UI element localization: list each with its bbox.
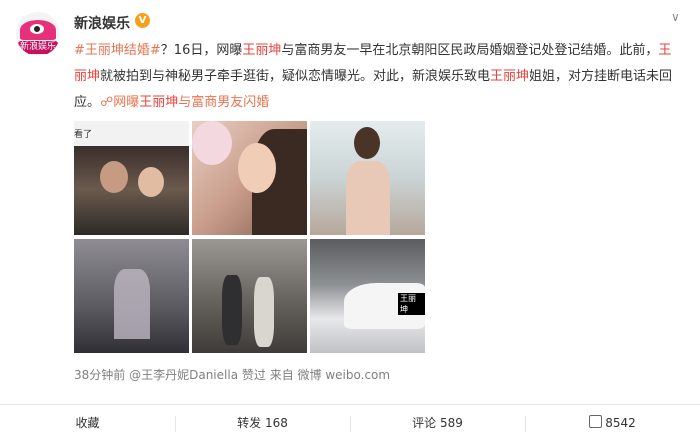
article-link[interactable]: ☍网曝王丽坤与富商男友闪婚: [100, 95, 269, 110]
photo-thumbnail[interactable]: 看了: [74, 121, 189, 235]
repost-button[interactable]: 转发 168: [175, 405, 350, 441]
comment-button[interactable]: 评论 589: [350, 405, 525, 441]
source-prefix: 来自: [269, 368, 294, 382]
post-time[interactable]: 38分钟前: [74, 368, 125, 382]
photo-figure: [192, 121, 232, 165]
photo-thumbnail[interactable]: [310, 121, 425, 235]
author-avatar[interactable]: 新浪娱乐: [16, 12, 60, 56]
photo-thumbnail[interactable]: 王丽坤: [310, 239, 425, 353]
repost-label: 转发 168: [237, 416, 288, 430]
post-meta: 38分钟前 @王李丹妮Daniella 赞过 来自 微博 weibo.com: [74, 366, 390, 383]
thumbs-up-icon: [589, 415, 603, 428]
verified-badge-icon: V: [135, 13, 150, 28]
photo-grid: 看了 王丽坤: [74, 121, 425, 354]
post-text-part: 与富商男友一早在北京朝阳区民政局婚姻登记处登记结婚。此前，: [281, 43, 659, 58]
photo-figure: [238, 143, 276, 193]
avatar-pupil: [34, 26, 40, 32]
photo-thumbnail[interactable]: [192, 121, 307, 235]
liked-by[interactable]: @王李丹妮Daniella 赞过: [129, 368, 266, 382]
article-link-keyword: 王丽坤: [139, 95, 179, 110]
favorite-button[interactable]: 收藏: [0, 405, 175, 441]
avatar-logo-text: 新浪娱乐: [18, 41, 58, 54]
weibo-post-card: 新浪娱乐 新浪娱乐 V ∨ #王丽坤结婚#？16日，网曝王丽坤与富商男友一早在北…: [0, 0, 700, 441]
photo-thumbnail[interactable]: [74, 239, 189, 353]
article-link-text: 与富商男友闪婚: [178, 95, 270, 110]
topic-tag[interactable]: #王丽坤结婚#: [74, 43, 161, 58]
like-count: 8542: [605, 416, 636, 430]
like-button[interactable]: 8542: [525, 405, 700, 441]
photo-figure: [100, 161, 128, 193]
comment-label: 评论 589: [412, 416, 463, 430]
keyword-highlight: 王丽坤: [490, 69, 530, 84]
author-name[interactable]: 新浪娱乐: [74, 13, 130, 33]
action-bar: 收藏 转发 168 评论 589 8542: [0, 405, 700, 441]
photo-figure: [114, 269, 150, 339]
favorite-label: 收藏: [75, 416, 100, 430]
keyword-highlight: 王丽坤: [242, 43, 282, 58]
photo-thumbnail[interactable]: [192, 239, 307, 353]
photo-caption: 看了: [74, 130, 93, 140]
post-text-part: ？16日，网曝: [160, 43, 243, 58]
post-source[interactable]: 微博 weibo.com: [298, 368, 391, 382]
photo-figure: [138, 167, 164, 197]
photo-caption: 王丽坤: [398, 293, 425, 315]
post-text-part: 就被拍到与神秘男子牵手逛街，疑似恋情曝光。对此，新浪娱乐致电: [100, 69, 491, 84]
link-icon: ☍: [100, 95, 114, 110]
post-text: #王丽坤结婚#？16日，网曝王丽坤与富商男友一早在北京朝阳区民政局婚姻登记处登记…: [74, 38, 684, 116]
photo-figure: [222, 275, 242, 345]
article-link-text: 网曝: [113, 95, 140, 110]
photo-figure: [354, 127, 380, 159]
photo-figure: [346, 161, 390, 235]
chevron-down-icon[interactable]: ∨: [671, 10, 680, 24]
photo-figure: [254, 277, 274, 347]
